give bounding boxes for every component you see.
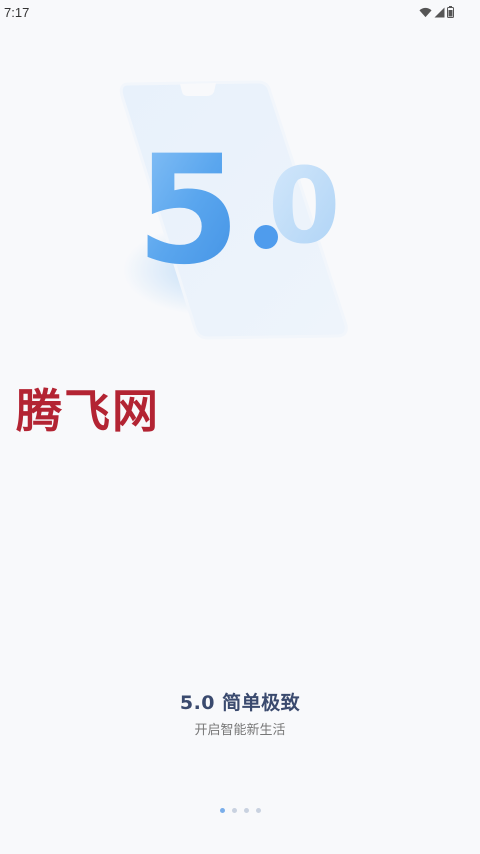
page-dot-4[interactable]	[255, 808, 261, 813]
battery-icon	[447, 6, 454, 18]
status-icons	[419, 6, 454, 18]
wifi-icon	[419, 7, 432, 17]
page-indicator	[0, 808, 480, 813]
page-dot-1[interactable]	[219, 808, 225, 813]
brand-watermark: 腾飞网	[16, 384, 160, 438]
onboarding-headline: 5.0 简单极致	[179, 692, 301, 714]
onboarding-subline: 开启智能新生活	[194, 723, 286, 738]
status-time: 7:17	[4, 4, 30, 20]
status-bar: 7:17	[0, 0, 480, 24]
page-dot-2[interactable]	[231, 808, 237, 813]
cell-signal-icon	[434, 7, 445, 17]
page-dot-3[interactable]	[243, 808, 249, 813]
version-zero: 0	[268, 145, 340, 267]
hero-illustration: 5 0	[119, 80, 348, 340]
version-five: 5	[136, 124, 240, 298]
